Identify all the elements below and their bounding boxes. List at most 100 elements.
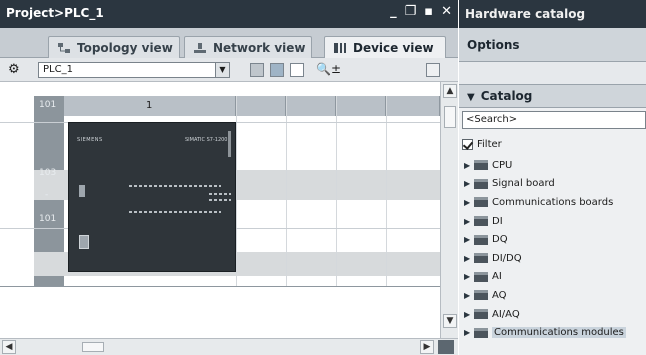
- tree-item-label: AI: [492, 271, 502, 283]
- io-terminal-row: [209, 199, 231, 201]
- slot-divider: [336, 96, 337, 286]
- tree-item-label: DI: [492, 215, 503, 227]
- expand-arrow-icon[interactable]: ▶: [464, 254, 472, 263]
- tree-item-communications-boards[interactable]: ▶ Communications boards: [464, 193, 646, 212]
- tree-item-ai[interactable]: ▶ AI: [464, 268, 646, 287]
- rack-row-number: 101: [39, 214, 57, 224]
- expand-arrow-icon[interactable]: ▶: [464, 272, 472, 281]
- tab-network-view[interactable]: Network view: [184, 36, 312, 58]
- device-tree-icon[interactable]: ⚙: [8, 62, 20, 77]
- expand-arrow-icon[interactable]: ▶: [464, 217, 472, 226]
- rack-slot-header: [236, 96, 286, 116]
- window-controls: _ ❐ ▪ ✕: [390, 4, 452, 19]
- maximize-icon[interactable]: ▪: [424, 4, 433, 19]
- catalog-section-header[interactable]: ▼ Catalog: [459, 84, 646, 108]
- catalog-search-input[interactable]: <Search>: [462, 111, 646, 129]
- device-dropdown[interactable]: PLC_1 ▼: [38, 62, 230, 78]
- folder-icon: [474, 160, 488, 171]
- expand-arrow-icon[interactable]: ▶: [464, 291, 472, 300]
- options-section-body: [459, 62, 646, 84]
- tree-item-cpu[interactable]: ▶ CPU: [464, 156, 646, 175]
- module-brand: SIEMENS: [77, 137, 103, 143]
- expand-arrow-icon[interactable]: ▶: [464, 198, 472, 207]
- scroll-left-icon[interactable]: ◀: [2, 340, 16, 354]
- folder-icon: [474, 271, 488, 282]
- horizontal-scrollbar[interactable]: ◀ ▶: [0, 338, 458, 355]
- expand-arrow-icon[interactable]: ▶: [464, 179, 472, 188]
- folder-icon: [474, 327, 488, 338]
- scroll-thumb[interactable]: [82, 342, 104, 352]
- module-rail: [228, 131, 231, 157]
- tree-item-ai-aq[interactable]: ▶ AI/AQ: [464, 305, 646, 324]
- rack-slot-header: [286, 96, 336, 116]
- expand-arrow-icon[interactable]: ▶: [464, 161, 472, 170]
- device-dropdown-value: PLC_1: [43, 64, 73, 75]
- tab-label: Topology view: [77, 40, 173, 55]
- expand-arrow-icon[interactable]: ▶: [464, 235, 472, 244]
- tree-item-label: CPU: [492, 159, 513, 171]
- ethernet-port-icon: [79, 235, 89, 249]
- scroll-up-icon[interactable]: ▲: [443, 84, 457, 98]
- io-terminal-row: [129, 211, 221, 213]
- tree-item-signal-board[interactable]: ▶ Signal board: [464, 175, 646, 194]
- scroll-down-icon[interactable]: ▼: [443, 314, 457, 328]
- close-icon[interactable]: ✕: [441, 4, 452, 19]
- folder-icon: [474, 309, 488, 320]
- rack-slot-header: [336, 96, 386, 116]
- restore-icon[interactable]: ❐: [405, 4, 417, 19]
- expand-arrow-icon[interactable]: ▶: [464, 310, 472, 319]
- rack-row-number: 101: [39, 100, 57, 110]
- folder-icon: [474, 253, 488, 264]
- vertical-scrollbar[interactable]: ▲ ▼: [440, 82, 458, 338]
- zoom-icon[interactable]: 🔍±: [316, 62, 341, 76]
- folder-icon: [474, 290, 488, 301]
- filter-label: Filter: [477, 138, 502, 150]
- module-model: SIMATIC S7-1200: [185, 137, 228, 143]
- folder-icon: [474, 178, 488, 189]
- minimize-icon[interactable]: _: [390, 4, 397, 19]
- tree-item-di-dq[interactable]: ▶ DI/DQ: [464, 249, 646, 268]
- plc-cpu-module[interactable]: SIEMENS SIMATIC S7-1200: [68, 122, 236, 272]
- slot-divider: [286, 96, 287, 286]
- slot-divider: [386, 96, 387, 286]
- overview-icon[interactable]: [426, 63, 440, 77]
- rack-row-number: -: [45, 190, 49, 200]
- tab-device-view[interactable]: Device view: [324, 36, 446, 58]
- network-icon: [193, 42, 207, 54]
- chevron-down-icon: ▼: [215, 63, 229, 77]
- catalog-tree: ▶ CPU ▶ Signal board ▶ Communications board…: [464, 156, 646, 342]
- filter-checkbox[interactable]: [462, 138, 473, 150]
- tree-item-label: Communications boards: [492, 196, 614, 208]
- properties-icon[interactable]: [250, 63, 264, 77]
- tree-item-communications-modules[interactable]: ▶ Communications modules: [464, 323, 646, 342]
- io-terminal-row: [209, 193, 231, 195]
- slot-number: 1: [146, 100, 153, 111]
- catalog-label: Catalog: [480, 89, 533, 103]
- chevron-down-icon: ▼: [467, 92, 475, 103]
- folder-icon: [474, 234, 488, 245]
- grid-icon[interactable]: [290, 63, 304, 77]
- scroll-thumb[interactable]: [444, 106, 456, 128]
- device-toolbar: ⚙ PLC_1 ▼ 🔍±: [0, 58, 458, 82]
- tree-item-label: DI/DQ: [492, 252, 522, 264]
- folder-icon: [474, 216, 488, 227]
- zoom-navigator-icon[interactable]: [438, 340, 454, 354]
- scroll-right-icon[interactable]: ▶: [420, 340, 434, 354]
- topology-icon: [57, 42, 71, 54]
- tab-label: Network view: [213, 40, 306, 55]
- tab-topology-view[interactable]: Topology view: [48, 36, 180, 58]
- options-section-header[interactable]: Options: [459, 28, 646, 62]
- filter-row: Filter: [462, 136, 646, 152]
- device-icon: [333, 42, 347, 54]
- tree-item-di[interactable]: ▶ DI: [464, 212, 646, 231]
- folder-icon: [474, 197, 488, 208]
- edit-icon[interactable]: [270, 63, 284, 77]
- tree-item-dq[interactable]: ▶ DQ: [464, 230, 646, 249]
- io-terminal-row: [129, 185, 221, 187]
- project-titlebar: Project>PLC_1 _ ❐ ▪ ✕: [0, 0, 458, 28]
- hardware-catalog-title: Hardware catalog: [459, 0, 646, 28]
- tree-item-label: AQ: [492, 289, 507, 301]
- tree-item-aq[interactable]: ▶ AQ: [464, 286, 646, 305]
- slot-divider: [236, 96, 237, 286]
- expand-arrow-icon[interactable]: ▶: [464, 328, 472, 337]
